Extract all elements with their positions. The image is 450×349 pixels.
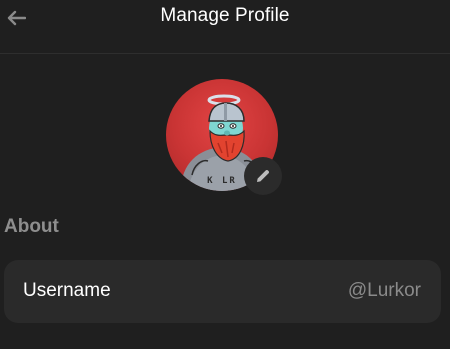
page-title: Manage Profile bbox=[160, 5, 290, 26]
about-section-label: About bbox=[4, 216, 59, 237]
avatar-container: K LR bbox=[166, 79, 282, 195]
username-label: Username bbox=[23, 280, 111, 301]
edit-avatar-button[interactable] bbox=[244, 157, 282, 195]
username-row[interactable]: Username @Lurkor bbox=[4, 260, 441, 323]
pencil-icon bbox=[257, 169, 270, 182]
top-bar: Manage Profile bbox=[0, 0, 450, 54]
avatar-shirt-text: K LR bbox=[207, 176, 237, 186]
username-value: @Lurkor bbox=[347, 280, 421, 301]
